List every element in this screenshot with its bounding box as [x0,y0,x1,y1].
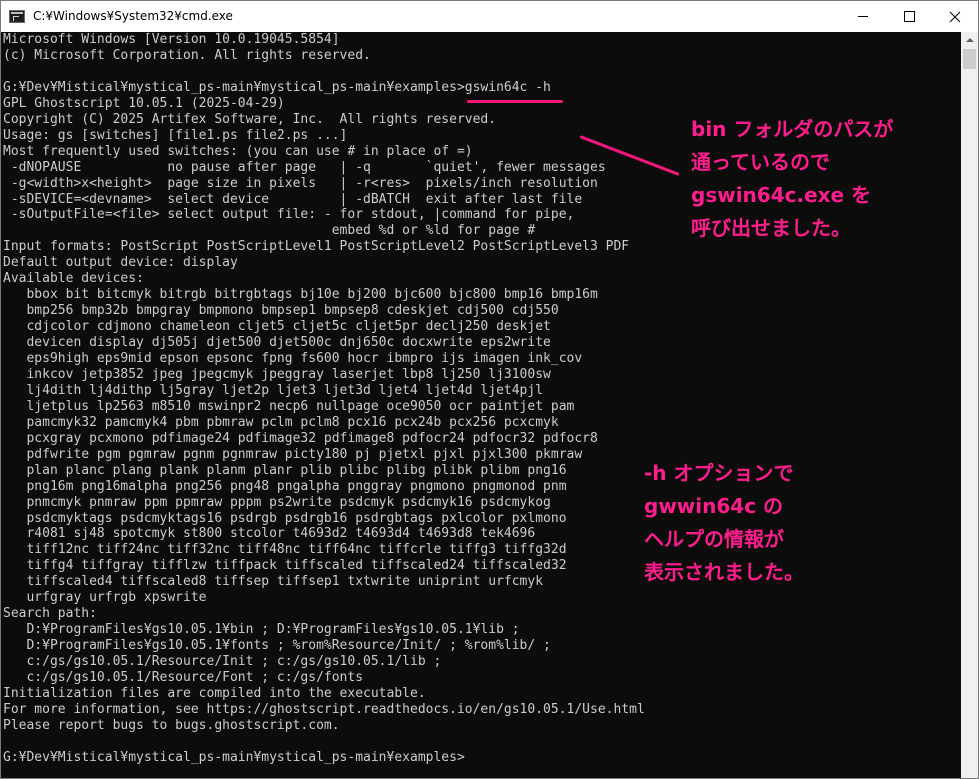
console-line: G:¥Dev¥Mistical¥mystical_ps-main¥mystica… [3,79,551,95]
console-line: embed %d or %ld for page # [3,223,536,239]
vertical-scrollbar[interactable] [961,32,978,778]
console-line: Most frequently used switches: (you can … [3,143,473,159]
console-line: pamcmyk32 pamcmyk4 pbm pbmraw pclm pclm8… [3,414,559,430]
console-line: -sDEVICE=<devname> select device | -dBAT… [3,191,583,207]
console-line: r4081 sj48 spotcmyk st800 stcolor t4693d… [3,526,536,542]
console-line: Default output device: display [3,255,238,271]
maximize-button[interactable] [886,1,932,32]
console-line: GPL Ghostscript 10.05.1 (2025-04-29) [3,95,285,111]
console-line: plan planc plang plank planm planr plib … [3,462,567,478]
annotation-callout-help: -h オプションで gwwin64c の ヘルプの情報が 表示されました。 [644,461,804,584]
close-icon [949,11,961,23]
console-line: For more information, see https://ghosts… [3,701,645,717]
console-line: psdcmyktags psdcmyktags16 psdrgb psdrgb1… [3,510,567,526]
console-line: bmp256 bmp32b bmpgray bmpmono bmpsep1 bm… [3,303,559,319]
console-line: D:¥ProgramFiles¥gs10.05.1¥fonts ; %rom%R… [3,638,551,654]
console-line: G:¥Dev¥Mistical¥mystical_ps-main¥mystica… [3,749,465,765]
console-line: Please report bugs to bugs.ghostscript.c… [3,717,340,733]
console-line: c:/gs/gs10.05.1/Resource/Init ; c:/gs/gs… [3,654,442,670]
console-line: Input formats: PostScript PostScriptLeve… [3,239,630,255]
console-line: eps9high eps9mid epson epsonc fpng fs600… [3,351,583,366]
annotation-callout-path: bin フォルダのパスが 通っているので gswin64c.exe を 呼び出せ… [691,117,894,240]
command-underline [467,100,563,103]
console-line: c:/gs/gs10.05.1/Resource/Font ; c:/gs/fo… [3,670,364,685]
window-title: C:¥Windows¥System32¥cmd.exe [33,9,233,23]
console-line: urfgray urfrgb xpswrite [3,590,207,606]
title-bar[interactable]: C:¥Windows¥System32¥cmd.exe [1,1,978,32]
console-line: Copyright (C) 2025 Artifex Software, Inc… [3,111,497,127]
console-line: ljetplus lp2563 m8510 mswinpr2 necp6 nul… [3,398,575,414]
console-line: Initialization files are compiled into t… [3,685,426,701]
console-line: (c) Microsoft Corporation. All rights re… [3,47,371,63]
console-line: bbox bit bitcmyk bitrgb bitrgbtags bj10e… [3,287,598,303]
scroll-thumb[interactable] [963,49,976,69]
scroll-up-arrow-icon[interactable] [961,32,978,49]
minimize-button[interactable] [840,1,886,32]
console-line: lj4dith lj4dithp lj5gray ljet2p ljet3 lj… [3,382,544,398]
console-line: png16m png16malpha png256 png48 pngalpha… [3,478,567,494]
console-line: tiffscaled4 tiffscaled8 tiffsep tiffsep1… [3,574,544,590]
console-line: tiff12nc tiff24nc tiff32nc tiff48nc tiff… [3,542,567,558]
console-line: cdjcolor cdjmono chameleon cljet5 cljet5… [3,319,551,335]
console-line: inkcov jetp3852 jpeg jpegcmyk jpeggray l… [3,366,551,382]
console-line: -g<width>x<height> page size in pixels |… [3,175,598,191]
console-line: Search path: [3,606,97,622]
console-line: pnmcmyk pnmraw ppm ppmraw pppm ps2write … [3,494,551,510]
console-line: -dNOPAUSE no pause after page | -q `quie… [3,159,606,175]
console-line: -sOutputFile=<file> select output file: … [3,207,575,223]
console-line: D:¥ProgramFiles¥gs10.05.1¥bin ; D:¥Progr… [3,622,520,638]
console-icon [9,10,25,23]
console-line: pdfwrite pgm pgmraw pgnm pgnmraw picty18… [3,446,583,462]
console-line: devicen display dj505j djet500 djet500c … [3,335,551,351]
close-button[interactable] [932,1,978,32]
console-line: Usage: gs [switches] [file1.ps file2.ps … [3,127,348,143]
console-line: Available devices: [3,271,144,287]
cmd-window: C:¥Windows¥System32¥cmd.exe Microsoft Wi… [0,0,979,779]
console-line: Microsoft Windows [Version 10.0.19045.58… [3,32,340,47]
console-line: pcxgray pcxmono pdfimage24 pdfimage32 pd… [3,430,598,446]
console-line: tiffg4 tiffgray tifflzw tiffpack tiffsca… [3,558,567,574]
